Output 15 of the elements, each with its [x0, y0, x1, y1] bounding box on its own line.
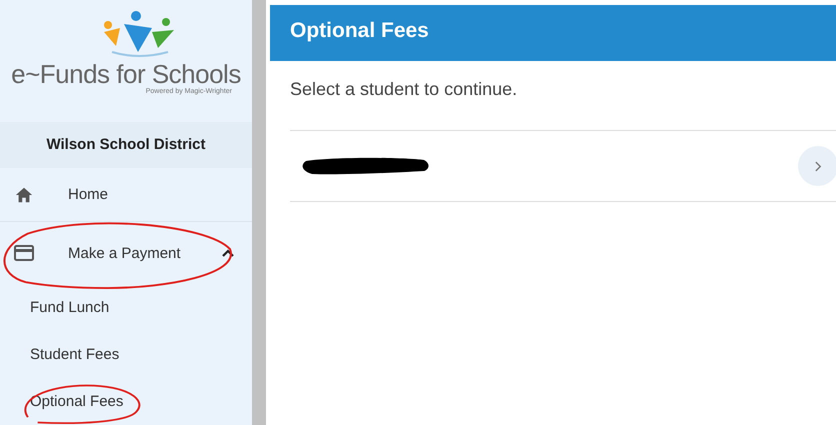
nav-subitem[interactable]: Student Fees	[0, 331, 252, 378]
nav-subitem[interactable]: Optional Fees	[0, 378, 252, 425]
chevron-icon	[222, 249, 234, 257]
nav-subitem[interactable]: Fund Lunch	[0, 284, 252, 331]
next-button[interactable]	[798, 146, 836, 186]
home-icon	[14, 186, 34, 204]
district-name: Wilson School District	[0, 122, 252, 168]
chevron-right-icon	[814, 160, 822, 172]
scrollbar[interactable]	[252, 0, 266, 425]
instruction-text: Select a student to continue.	[290, 79, 518, 100]
student-row[interactable]	[290, 130, 836, 202]
card-icon	[14, 245, 34, 261]
page-title: Optional Fees	[270, 5, 836, 61]
nav-item[interactable]: Make a Payment	[0, 222, 252, 284]
logo-title: e~Funds for Schools	[11, 60, 241, 88]
